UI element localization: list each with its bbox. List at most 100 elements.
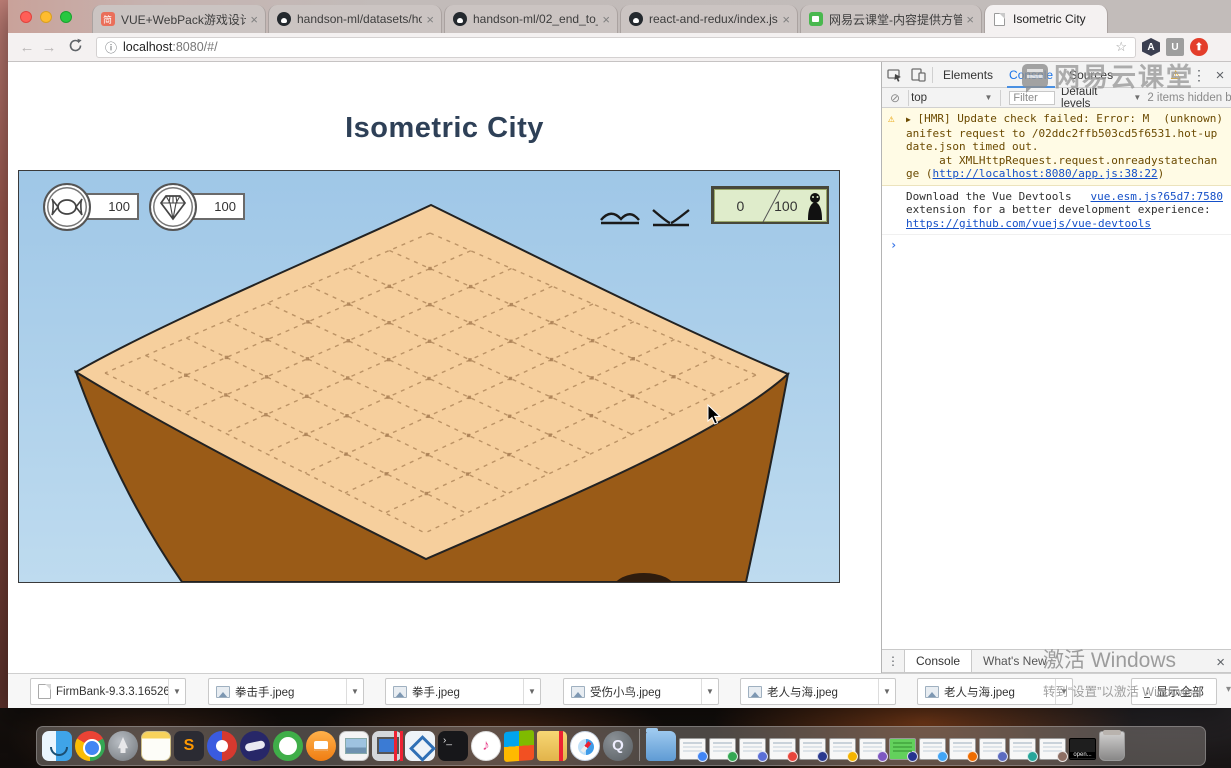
download-caret-icon[interactable]: ▼ [1055, 679, 1072, 704]
download-caret-icon[interactable]: ▼ [701, 679, 718, 704]
preview-icon[interactable] [339, 731, 369, 761]
window-minimize-button[interactable] [40, 11, 52, 23]
tab-close-icon[interactable]: × [966, 13, 974, 26]
download-item[interactable]: 老人与海.jpeg ▼ [740, 678, 896, 705]
bookmark-star-icon[interactable]: ☆ [1115, 39, 1127, 55]
forward-icon[interactable]: → [38, 39, 60, 56]
console-prompt[interactable]: › [882, 235, 1231, 257]
sublime-text-icon[interactable] [174, 731, 204, 761]
log-levels-selector[interactable]: Default levels ▼ [1061, 86, 1141, 110]
download-item[interactable]: 老人与海.jpeg ▼ [917, 678, 1073, 705]
remote-desktop-icon[interactable] [372, 731, 402, 761]
candy-icon[interactable] [43, 183, 91, 231]
download-item[interactable]: 拳击手.jpeg ▼ [208, 678, 364, 705]
ibooks-icon[interactable] [306, 731, 336, 761]
download-item[interactable]: 拳手.jpeg ▼ [385, 678, 541, 705]
show-all-downloads-button[interactable]: ↓ 显示全部 [1131, 678, 1217, 705]
trash-icon[interactable] [1099, 731, 1125, 761]
itunes-icon[interactable] [471, 731, 501, 761]
download-caret-icon[interactable]: ▼ [878, 679, 895, 704]
page-info-icon[interactable]: ⓘ [105, 39, 117, 56]
vue-devtools-link[interactable]: https://github.com/vuejs/vue-devtools [906, 217, 1151, 230]
extension-u-icon[interactable]: U [1166, 38, 1184, 56]
minimized-window[interactable] [949, 738, 976, 760]
extension-download-icon[interactable]: ⬆ [1190, 38, 1208, 56]
window-zoom-button[interactable] [60, 11, 72, 23]
context-selector[interactable]: top ▼ [911, 92, 998, 104]
console-filter-input[interactable]: Filter [1009, 91, 1055, 105]
minimized-window[interactable] [709, 738, 736, 760]
virtualbox-icon[interactable] [405, 731, 435, 761]
drawer-menu-icon[interactable]: ⋮ [882, 650, 904, 672]
terminal-icon[interactable] [438, 731, 468, 761]
window-close-button[interactable] [20, 11, 32, 23]
minimized-window[interactable] [1009, 738, 1036, 760]
url-host: localhost [123, 40, 172, 54]
device-toolbar-icon[interactable] [906, 63, 930, 87]
files-folder-icon[interactable] [537, 731, 567, 761]
console-info-message[interactable]: vue.esm.js?65d7:7580 Download the Vue De… [882, 186, 1231, 236]
download-item[interactable]: 受伤小鸟.jpeg ▼ [563, 678, 719, 705]
finder-icon[interactable] [42, 731, 72, 761]
address-bar[interactable]: ⓘ localhost :8080/#/ ☆ [96, 37, 1136, 58]
minimized-window[interactable] [859, 738, 886, 760]
download-caret-icon[interactable]: ▼ [168, 679, 185, 704]
minimized-terminal-window[interactable]: open... [1069, 738, 1096, 760]
safari-icon[interactable] [570, 731, 600, 761]
github-favicon-icon [628, 12, 643, 27]
tab-netease-study[interactable]: 网易云课堂-内容提供方管理 × [800, 5, 982, 33]
minimized-window[interactable] [979, 738, 1006, 760]
downloadbar-collapse-icon[interactable]: ▾ [1226, 684, 1231, 695]
quicktime-icon[interactable] [603, 731, 633, 761]
minimized-window[interactable] [919, 738, 946, 760]
minimized-window[interactable] [679, 738, 706, 760]
applications-folder-icon[interactable] [646, 731, 676, 761]
drawer-tab-console[interactable]: Console [904, 650, 972, 672]
stack-link[interactable]: http://localhost:8080/app.js:38:22 [933, 167, 1158, 180]
tab-close-icon[interactable]: × [426, 13, 434, 26]
expand-triangle-icon[interactable]: ▶ [906, 115, 911, 124]
launchpad-icon[interactable] [108, 731, 138, 761]
minimized-window[interactable] [1039, 738, 1066, 760]
tab-close-icon[interactable]: × [602, 13, 610, 26]
back-icon[interactable]: ← [16, 39, 38, 56]
tab-handson-ml-notebook[interactable]: handson-ml/02_end_to_end × [444, 5, 618, 33]
extension-a-icon[interactable]: A [1142, 38, 1160, 56]
diamond-icon[interactable] [149, 183, 197, 231]
swirl-app-icon[interactable] [207, 731, 237, 761]
console-warning-message[interactable]: ⚠ (unknown) ▶ [HMR] Update check failed:… [882, 108, 1231, 186]
green-ring-app-icon[interactable] [273, 731, 303, 761]
warnings-badge-icon[interactable]: ⚠ [1170, 68, 1181, 82]
minimized-window[interactable] [829, 738, 856, 760]
download-caret-icon[interactable]: ▼ [346, 679, 363, 704]
tab-close-icon[interactable]: × [250, 13, 258, 26]
chrome-icon[interactable] [75, 731, 105, 761]
refresh-icon[interactable] [64, 38, 86, 57]
minimized-window[interactable] [739, 738, 766, 760]
download-caret-icon[interactable]: ▼ [523, 679, 540, 704]
devtools-menu-icon[interactable]: ⋮ [1189, 67, 1209, 84]
tab-react-redux[interactable]: react-and-redux/index.js at × [620, 5, 798, 33]
devtools-tab-console[interactable]: Console [1001, 62, 1061, 88]
notes-icon[interactable] [141, 731, 171, 761]
devtools-close-icon[interactable]: × [1209, 67, 1231, 84]
tab-handson-ml-datasets[interactable]: handson-ml/datasets/housin × [268, 5, 442, 33]
clear-console-icon[interactable]: ⊘ [890, 91, 900, 105]
minimized-window[interactable] [769, 738, 796, 760]
message-source-link[interactable]: vue.esm.js?65d7:7580 [1091, 190, 1223, 204]
game-canvas[interactable]: 100 100 [18, 170, 840, 583]
eclipse-icon[interactable] [240, 731, 270, 761]
tab-vue-webpack[interactable]: 简 VUE+WebPack游戏设计：微 × [92, 5, 266, 33]
inspect-element-icon[interactable] [882, 63, 906, 87]
devtools-tab-elements[interactable]: Elements [935, 62, 1001, 88]
tab-close-icon[interactable]: × [782, 13, 790, 26]
minimized-window-green[interactable] [889, 738, 916, 760]
download-item[interactable]: FirmBank-9.3.3.16526.exe ▼ [30, 678, 186, 705]
tab-isometric-city-active[interactable]: Isometric City [984, 5, 1108, 33]
minimized-window[interactable] [799, 738, 826, 760]
devtools-tab-sources[interactable]: Sources [1061, 62, 1121, 88]
drawer-tab-whats-new[interactable]: What's New [972, 650, 1058, 672]
drawer-close-icon[interactable]: × [1216, 650, 1225, 674]
windows-app-icon[interactable] [504, 730, 534, 762]
browser-toolbar: ← → ⓘ localhost :8080/#/ ☆ A U ⬆ [8, 33, 1231, 62]
